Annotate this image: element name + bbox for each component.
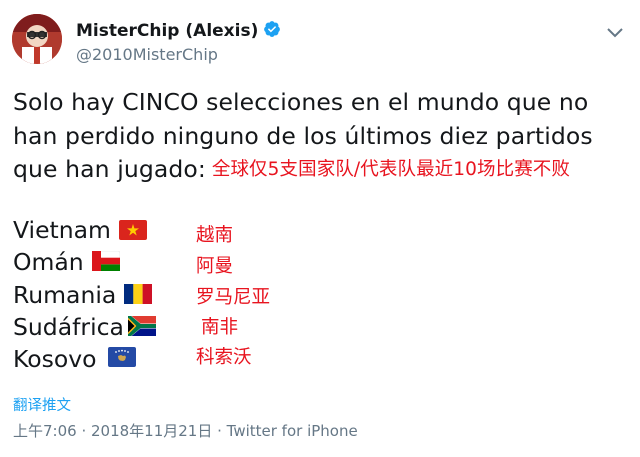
country-chinese-label: 越南 (196, 225, 234, 246)
translate-tweet-link[interactable]: 翻译推文 (13, 394, 71, 415)
country-chinese-label: 南非 (201, 317, 239, 338)
oman-flag-icon (92, 251, 120, 271)
romania-flag-icon (124, 284, 152, 304)
south-africa-flag-icon (128, 316, 156, 336)
tweet-text-line-3: que han jugado: 全球仅5支国家队/代表队最近10场比赛不败 (13, 155, 570, 183)
tweet-timestamp[interactable]: 上午7:06 · 2018年11月21日 · Twitter for iPhon… (13, 420, 358, 441)
country-chinese-label: 科索沃 (196, 347, 252, 368)
country-item: Rumania (13, 281, 117, 309)
verified-badge-icon (264, 21, 281, 37)
chevron-down-icon[interactable] (606, 26, 624, 40)
author-name-text[interactable]: MisterChip (Alexis) (76, 21, 258, 41)
country-item: Kosovo (13, 345, 97, 373)
country-chinese-label: 阿曼 (196, 256, 234, 277)
country-item: Vietnam (13, 216, 111, 244)
author-handle[interactable]: @2010MisterChip (76, 45, 218, 64)
country-item: Omán (13, 248, 84, 276)
country-chinese-label: 罗马尼亚 (196, 287, 271, 308)
country-item: Sudáfrica (13, 313, 124, 341)
kosovo-flag-icon (108, 347, 136, 367)
avatar[interactable] (12, 14, 62, 64)
tweet-text-line-3-text: que han jugado: (13, 155, 206, 183)
vietnam-flag-icon (119, 220, 147, 240)
author-name[interactable]: MisterChip (Alexis) (76, 20, 281, 41)
tweet-text-line-2: han perdido ninguno de los últimos diez … (13, 122, 593, 150)
translation-annotation: 全球仅5支国家队/代表队最近10场比赛不败 (211, 159, 571, 180)
tweet-text-line-1: Solo hay CINCO selecciones en el mundo q… (13, 88, 589, 116)
